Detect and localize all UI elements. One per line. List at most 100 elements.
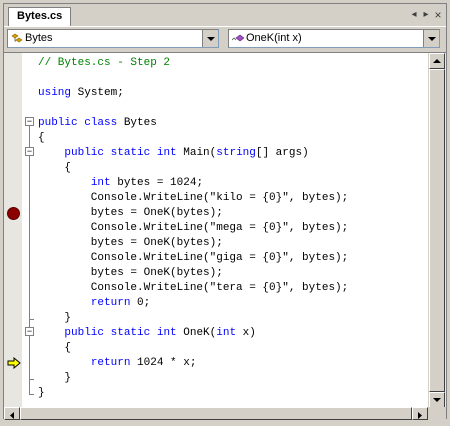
member-combo-value: OneK(int x) (246, 32, 302, 44)
class-combo-value: Bytes (25, 32, 53, 44)
code-line[interactable]: // Bytes.cs - Step 2 (38, 56, 170, 71)
tab-scroll-left-icon[interactable]: ◂ (408, 9, 420, 21)
code-line[interactable]: { (38, 131, 45, 146)
code-line[interactable]: Console.WriteLine("tera = {0}", bytes); (38, 281, 348, 296)
code-token: System; (71, 87, 124, 99)
code-line[interactable]: public class Bytes (38, 116, 157, 131)
code-token: { (38, 342, 72, 354)
code-editor[interactable]: − − − // Bytes.cs - Step 2 using System; p… (4, 52, 446, 408)
code-line[interactable]: { (38, 161, 71, 176)
code-line[interactable]: } (38, 311, 71, 326)
document-tab-strip: Bytes.cs ◂ ▸ × (4, 4, 446, 27)
arrow-up-icon (433, 59, 441, 63)
keyword-token: public (38, 117, 78, 129)
keyword-token: static (110, 327, 151, 339)
close-icon[interactable]: × (432, 9, 444, 21)
scrollbar-corner (428, 407, 446, 420)
code-token: [] args) (255, 147, 309, 159)
code-line[interactable]: { (38, 341, 71, 356)
keyword-token: return (90, 297, 131, 309)
collapse-class-icon[interactable]: − (25, 117, 34, 126)
keyword-token: int (156, 327, 177, 339)
arrow-right-icon (418, 412, 422, 419)
tab-scroll-right-icon[interactable]: ▸ (420, 9, 432, 21)
instruction-pointer-icon (7, 357, 21, 369)
chevron-down-icon[interactable] (202, 30, 218, 47)
scroll-down-button[interactable] (429, 392, 445, 408)
keyword-token: using (38, 87, 72, 99)
scroll-right-button[interactable] (412, 407, 428, 420)
code-token: bytes = OneK(bytes); (38, 207, 223, 219)
method-icon (232, 34, 244, 42)
scroll-thumb[interactable] (429, 69, 445, 392)
code-token: Main( (176, 147, 217, 159)
chevron-down-icon[interactable] (423, 30, 439, 47)
scroll-up-button[interactable] (429, 53, 445, 69)
keyword-token: int (216, 327, 237, 339)
code-line[interactable]: bytes = OneK(bytes); (38, 236, 223, 251)
collapse-main-icon[interactable]: − (25, 147, 34, 156)
code-token: { (38, 132, 45, 144)
class-icon (11, 33, 23, 43)
code-line[interactable]: Console.WriteLine("giga = {0}", bytes); (38, 251, 348, 266)
collapse-onek-icon[interactable]: − (25, 327, 34, 336)
tab-bytes-cs[interactable]: Bytes.cs (8, 7, 72, 26)
scroll-thumb[interactable] (20, 407, 412, 420)
horizontal-scrollbar[interactable] (4, 407, 428, 420)
comment-token: // Bytes.cs - Step 2 (38, 57, 171, 69)
code-token: Console.WriteLine("kilo = {0}", bytes); (38, 192, 349, 204)
code-token: Console.WriteLine("tera = {0}", bytes); (38, 282, 349, 294)
breakpoint-icon[interactable] (7, 207, 20, 220)
code-token: { (38, 162, 72, 174)
keyword-token: string (216, 147, 256, 159)
keyword-token: return (90, 357, 131, 369)
code-token: x) (236, 327, 256, 339)
indicator-margin[interactable] (4, 53, 22, 408)
code-line[interactable]: return 1024 * x; (38, 356, 197, 371)
code-token: 0; (130, 297, 151, 309)
code-line[interactable]: } (38, 371, 71, 386)
code-token: Console.WriteLine("giga = {0}", bytes); (38, 252, 349, 264)
editor-window: Bytes.cs ◂ ▸ × Bytes OneK(int x) − − − /… (3, 3, 447, 420)
code-line[interactable]: int bytes = 1024; (38, 176, 203, 191)
code-line[interactable]: public static int Main(string[] args) (38, 146, 309, 161)
vertical-scrollbar[interactable] (428, 53, 446, 408)
arrow-left-icon (10, 412, 14, 419)
arrow-down-icon (433, 398, 441, 402)
code-text-area[interactable]: // Bytes.cs - Step 2 using System; public … (38, 53, 428, 408)
scroll-left-button[interactable] (4, 407, 20, 420)
code-line[interactable]: using System; (38, 86, 124, 101)
fold-guide (29, 126, 30, 394)
code-token: } (38, 387, 45, 399)
code-token: } (38, 372, 72, 384)
code-token: Bytes (117, 117, 157, 129)
keyword-token: int (156, 147, 177, 159)
navigation-bar: Bytes OneK(int x) (4, 27, 446, 51)
code-line[interactable]: bytes = OneK(bytes); (38, 206, 223, 221)
code-token: 1024 * x; (130, 357, 197, 369)
code-line[interactable]: return 0; (38, 296, 150, 311)
code-line[interactable]: Console.WriteLine("mega = {0}", bytes); (38, 221, 348, 236)
keyword-token: public (64, 147, 105, 159)
code-token: Console.WriteLine("mega = {0}", bytes); (38, 222, 349, 234)
code-line[interactable]: public static int OneK(int x) (38, 326, 256, 341)
code-line[interactable]: } (38, 386, 45, 401)
code-line[interactable]: Console.WriteLine("kilo = {0}", bytes); (38, 191, 348, 206)
member-combo[interactable]: OneK(int x) (228, 29, 440, 48)
fold-end (29, 379, 34, 380)
code-line[interactable]: bytes = OneK(bytes); (38, 266, 223, 281)
code-token: } (38, 312, 72, 324)
class-combo[interactable]: Bytes (7, 29, 219, 48)
keyword-token: public (64, 327, 105, 339)
code-token: bytes = 1024; (110, 177, 204, 189)
fold-end (29, 394, 34, 395)
